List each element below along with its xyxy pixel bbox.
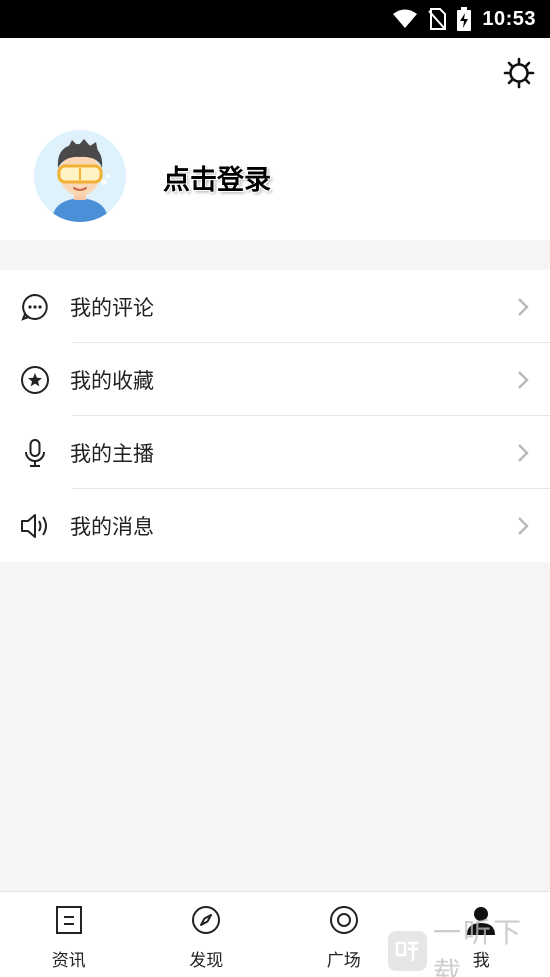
no-sim-icon [428, 8, 447, 30]
menu-item-comments[interactable]: 我的评论 [0, 270, 550, 343]
menu-item-anchors[interactable]: 我的主播 [0, 416, 550, 489]
tab-news[interactable]: 资讯 [0, 892, 138, 977]
bottom-tab-bar: 资讯 发现 广场 我 [0, 891, 550, 977]
profile-header: 点击登录 [0, 38, 550, 240]
avatar[interactable] [34, 130, 126, 222]
menu-item-messages[interactable]: 我的消息 [0, 489, 550, 562]
status-time: 10:53 [482, 7, 536, 30]
star-circle-icon [18, 363, 52, 397]
tab-label: 广场 [326, 951, 361, 971]
tab-discover[interactable]: 发现 [138, 892, 276, 977]
wifi-icon [392, 9, 418, 29]
chevron-right-icon [516, 516, 530, 536]
comment-icon [18, 290, 52, 324]
menu-item-label: 我的消息 [70, 514, 154, 539]
chevron-right-icon [516, 443, 530, 463]
target-icon [328, 904, 360, 936]
chevron-right-icon [516, 370, 530, 390]
menu-item-favorites[interactable]: 我的收藏 [0, 343, 550, 416]
microphone-icon [18, 436, 52, 470]
tab-me[interactable]: 我 [413, 892, 550, 977]
battery-charging-icon [456, 7, 472, 31]
person-icon [465, 904, 497, 936]
chevron-right-icon [516, 297, 530, 317]
tab-label: 发现 [189, 951, 224, 971]
menu-item-label: 我的评论 [70, 295, 154, 320]
gear-icon [503, 57, 535, 93]
status-bar: 10:53 [0, 0, 550, 38]
menu-item-label: 我的主播 [70, 441, 154, 466]
speaker-icon [18, 509, 52, 543]
news-icon [53, 904, 85, 936]
menu-list: 我的评论 我的收藏 我的主播 我的消息 [0, 270, 550, 562]
menu-item-label: 我的收藏 [70, 368, 154, 393]
login-button[interactable]: 点击登录 [163, 158, 271, 197]
avatar-illustration [34, 130, 126, 222]
tab-label: 我 [472, 951, 490, 971]
tab-square[interactable]: 广场 [275, 892, 413, 977]
tab-label: 资讯 [51, 951, 86, 971]
compass-icon [190, 904, 222, 936]
settings-button[interactable] [502, 57, 536, 93]
